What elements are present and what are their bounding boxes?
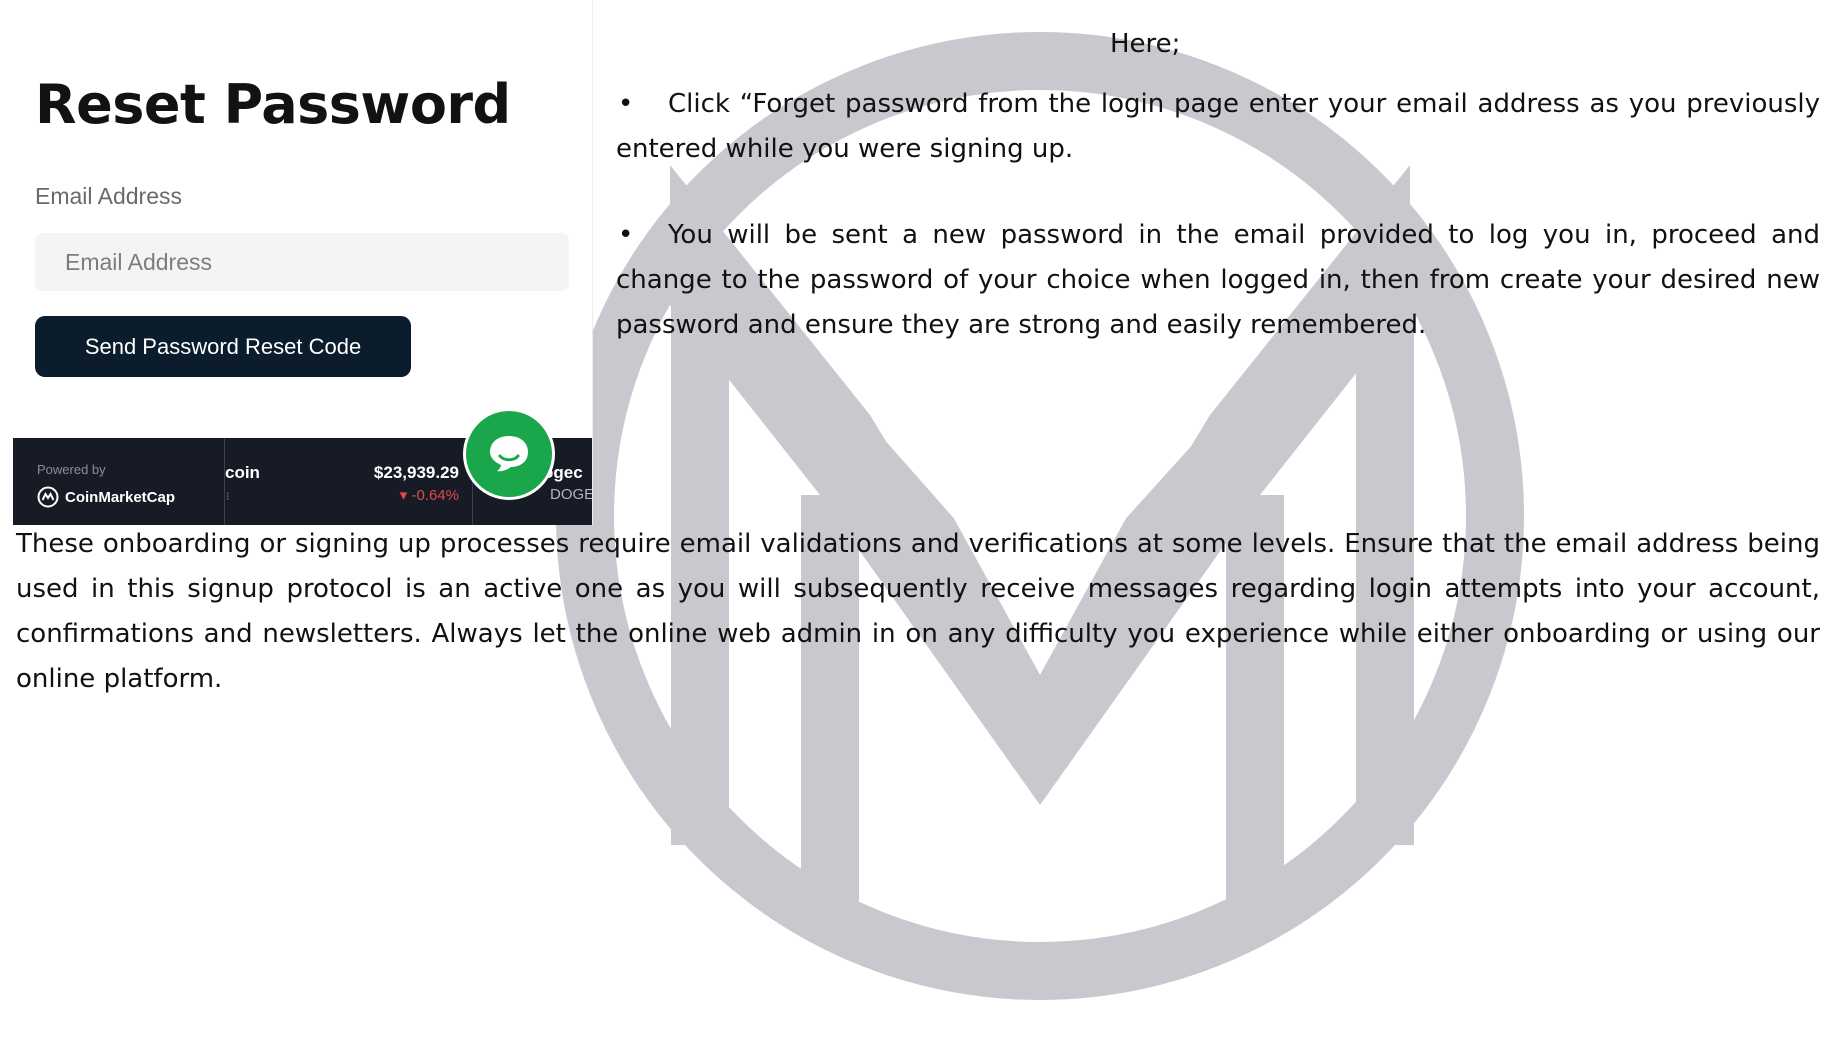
send-password-reset-code-button[interactable]: Send Password Reset Code	[35, 316, 411, 377]
email-address-input[interactable]	[35, 233, 569, 291]
ticker-coin-change: ▾ -0.64%	[399, 487, 459, 504]
bullet-mark: •	[618, 220, 634, 250]
chat-bubble-icon	[490, 436, 528, 472]
ticker-coin-name: coin	[225, 463, 260, 482]
bullet-mark: •	[618, 89, 634, 119]
ticker-coin-symbol: ⁝	[226, 491, 230, 503]
bullet-text: Click “Forget password from the login pa…	[616, 89, 1820, 164]
reset-password-screenshot: Reset Password Email Address Send Passwo…	[0, 0, 593, 525]
coinmarketcap-brand: CoinMarketCap	[37, 486, 175, 508]
reset-password-title: Reset Password	[35, 73, 511, 136]
ticker-next-coin-symbol: DOGE	[550, 486, 592, 503]
email-address-label: Email Address	[35, 183, 183, 209]
instruction-bullet: • Click “Forget password from the login p…	[616, 82, 1820, 172]
onboarding-note-paragraph: These onboarding or signing up processes…	[16, 529, 1820, 694]
coinmarketcap-logo-icon	[37, 486, 59, 508]
intro-label: Here;	[1110, 29, 1181, 59]
chat-widget-button[interactable]	[463, 408, 555, 500]
ticker-coin-price: $23,939.29	[373, 463, 459, 482]
bullet-text: You will be sent a new password in the e…	[616, 220, 1820, 340]
instruction-bullet: • You will be sent a new password in the …	[616, 213, 1820, 348]
coinmarketcap-name: CoinMarketCap	[65, 488, 176, 506]
ticker-powered-by: Powered by	[37, 462, 106, 477]
